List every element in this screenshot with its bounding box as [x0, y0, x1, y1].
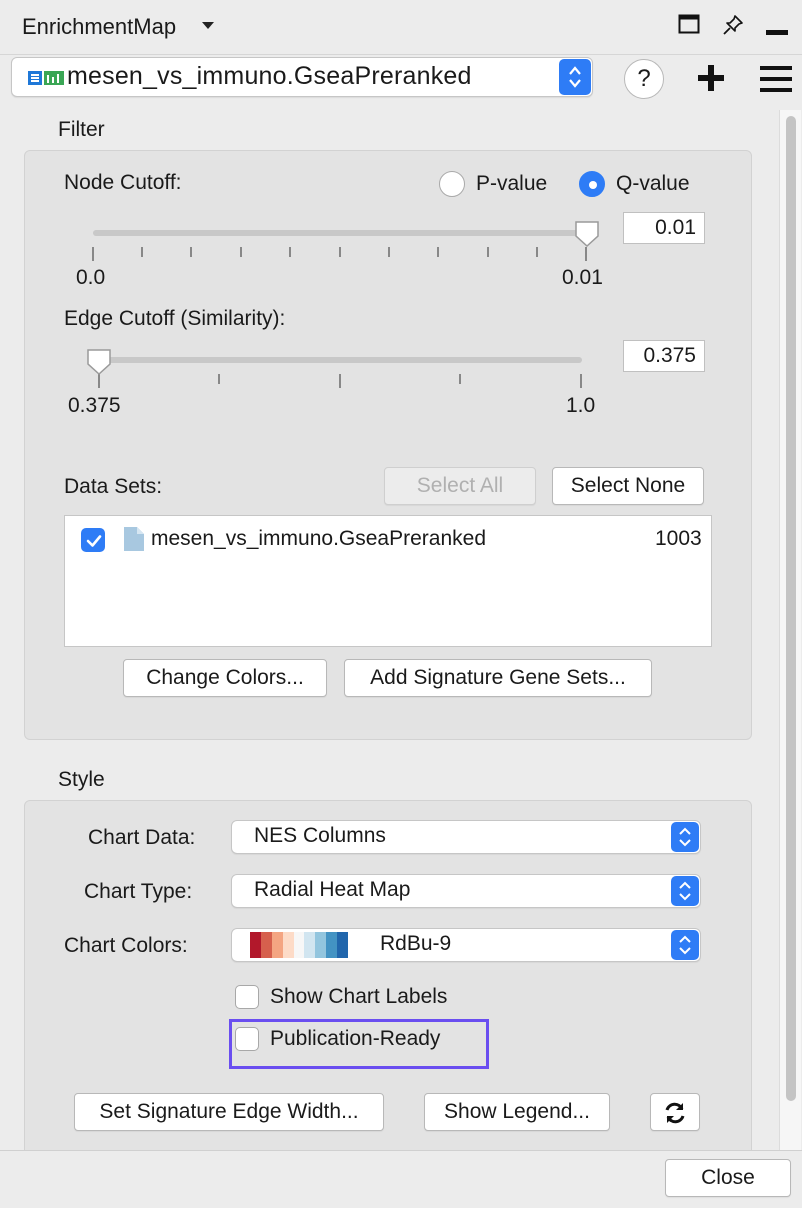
slider-tick [240, 247, 242, 257]
slider-tick [141, 247, 143, 257]
slider-tick [339, 247, 341, 257]
data-sets-list: mesen_vs_immuno.GseaPreranked 1003 [64, 515, 712, 647]
chart-colors-select-value: RdBu-9 [380, 932, 452, 955]
palette-swatch-color [250, 932, 261, 958]
palette-swatch-color [304, 932, 316, 958]
node-cutoff-label: Node Cutoff: [64, 171, 182, 194]
q-value-radio[interactable] [579, 171, 605, 197]
up-down-arrows-icon [569, 66, 581, 88]
chart-colors-select-arrows[interactable] [671, 930, 699, 960]
palette-swatch [250, 932, 349, 958]
file-icon [124, 527, 144, 551]
refresh-button[interactable] [650, 1093, 700, 1131]
edge-cutoff-slider-thumb[interactable] [86, 348, 112, 376]
slider-tick [437, 247, 439, 257]
slider-tick [98, 374, 100, 388]
data-set-name: mesen_vs_immuno.GseaPreranked [151, 527, 486, 550]
slider-tick [339, 374, 341, 388]
slider-tick [190, 247, 192, 257]
up-down-arrows-icon [679, 935, 691, 955]
chart-data-select-value: NES Columns [254, 824, 386, 847]
chevron-down-icon[interactable] [202, 22, 214, 29]
palette-swatch-color [271, 932, 283, 958]
up-down-arrows-icon [679, 827, 691, 847]
style-section-label: Style [58, 768, 105, 791]
checkmark-icon [86, 535, 102, 547]
slider-tick [218, 374, 220, 384]
palette-swatch-color [315, 932, 327, 958]
edge-cutoff-slider-track[interactable] [98, 357, 582, 363]
chart-type-select-value: Radial Heat Map [254, 878, 411, 901]
slider-tick [459, 374, 461, 384]
change-colors-button[interactable]: Change Colors... [123, 659, 327, 697]
chart-type-select[interactable]: Radial Heat Map [231, 874, 701, 908]
palette-swatch-color [326, 932, 338, 958]
set-signature-edge-width-button[interactable]: Set Signature Edge Width... [74, 1093, 384, 1131]
slider-tick [289, 247, 291, 257]
publication-ready-checkbox[interactable] [235, 1027, 259, 1051]
menu-icon[interactable] [760, 66, 792, 92]
pin-icon[interactable] [722, 14, 744, 36]
node-cutoff-value-field[interactable]: 0.01 [623, 212, 705, 244]
refresh-icon [665, 1102, 685, 1124]
node-cutoff-min-label: 0.0 [76, 266, 106, 289]
enrichmentmap-logo-icon [28, 71, 64, 85]
slider-tick [487, 247, 489, 257]
show-chart-labels-checkbox[interactable] [235, 985, 259, 1009]
list-item[interactable]: mesen_vs_immuno.GseaPreranked 1003 [65, 524, 711, 564]
edge-cutoff-label: Edge Cutoff (Similarity): [64, 307, 286, 330]
edge-cutoff-value-field[interactable]: 0.375 [623, 340, 705, 372]
up-down-arrows-icon [679, 881, 691, 901]
vertical-scrollbar[interactable] [779, 110, 801, 1150]
minimize-icon[interactable] [766, 30, 788, 36]
chart-data-select[interactable]: NES Columns [231, 820, 701, 854]
show-chart-labels-label[interactable]: Show Chart Labels [270, 985, 447, 1009]
slider-tick [585, 247, 587, 261]
dialog-footer: Close [0, 1150, 802, 1208]
select-all-button[interactable]: Select All [384, 467, 536, 505]
slider-tick [536, 247, 538, 257]
close-button[interactable]: Close [665, 1159, 791, 1197]
node-cutoff-slider-track[interactable] [93, 230, 587, 236]
network-select-arrows[interactable] [559, 59, 591, 95]
palette-swatch-color [260, 932, 272, 958]
edge-cutoff-min-label: 0.375 [68, 394, 121, 417]
q-value-radio-label[interactable]: Q-value [616, 172, 690, 196]
palette-swatch-color [282, 932, 294, 958]
panel-title: EnrichmentMap [22, 14, 177, 39]
data-sets-label: Data Sets: [64, 475, 163, 498]
node-cutoff-slider-thumb[interactable] [574, 220, 600, 248]
chart-type-label: Chart Type: [84, 880, 193, 903]
add-icon[interactable] [697, 62, 725, 94]
add-signature-gene-sets-button[interactable]: Add Signature Gene Sets... [344, 659, 652, 697]
data-set-checkbox[interactable] [81, 528, 105, 552]
select-none-button[interactable]: Select None [552, 467, 704, 505]
node-cutoff-max-label: 0.01 [562, 266, 603, 289]
chart-data-select-arrows[interactable] [671, 822, 699, 852]
network-select[interactable]: mesen_vs_immuno.GseaPreranked [11, 57, 593, 97]
panel-titlebar: EnrichmentMap [0, 0, 802, 55]
chart-data-label: Chart Data: [88, 826, 196, 849]
show-legend-button[interactable]: Show Legend... [424, 1093, 610, 1131]
chart-type-select-arrows[interactable] [671, 876, 699, 906]
palette-swatch-color [337, 932, 349, 958]
maximize-icon[interactable] [678, 14, 700, 34]
p-value-radio[interactable] [439, 171, 465, 197]
edge-cutoff-max-label: 1.0 [566, 394, 596, 417]
chart-colors-select[interactable]: RdBu-9 [231, 928, 701, 962]
help-button[interactable]: ? [624, 59, 664, 99]
chart-colors-label: Chart Colors: [64, 934, 188, 957]
palette-swatch-color [293, 932, 305, 958]
network-select-value: mesen_vs_immuno.GseaPreranked [67, 62, 472, 90]
slider-tick [580, 374, 582, 388]
slider-tick [388, 247, 390, 257]
filter-section-label: Filter [58, 118, 105, 141]
scrollbar-thumb[interactable] [786, 116, 796, 1101]
data-set-count: 1003 [655, 527, 702, 550]
p-value-radio-label[interactable]: P-value [476, 172, 547, 196]
publication-ready-label[interactable]: Publication-Ready [270, 1027, 440, 1051]
slider-tick [92, 247, 94, 261]
